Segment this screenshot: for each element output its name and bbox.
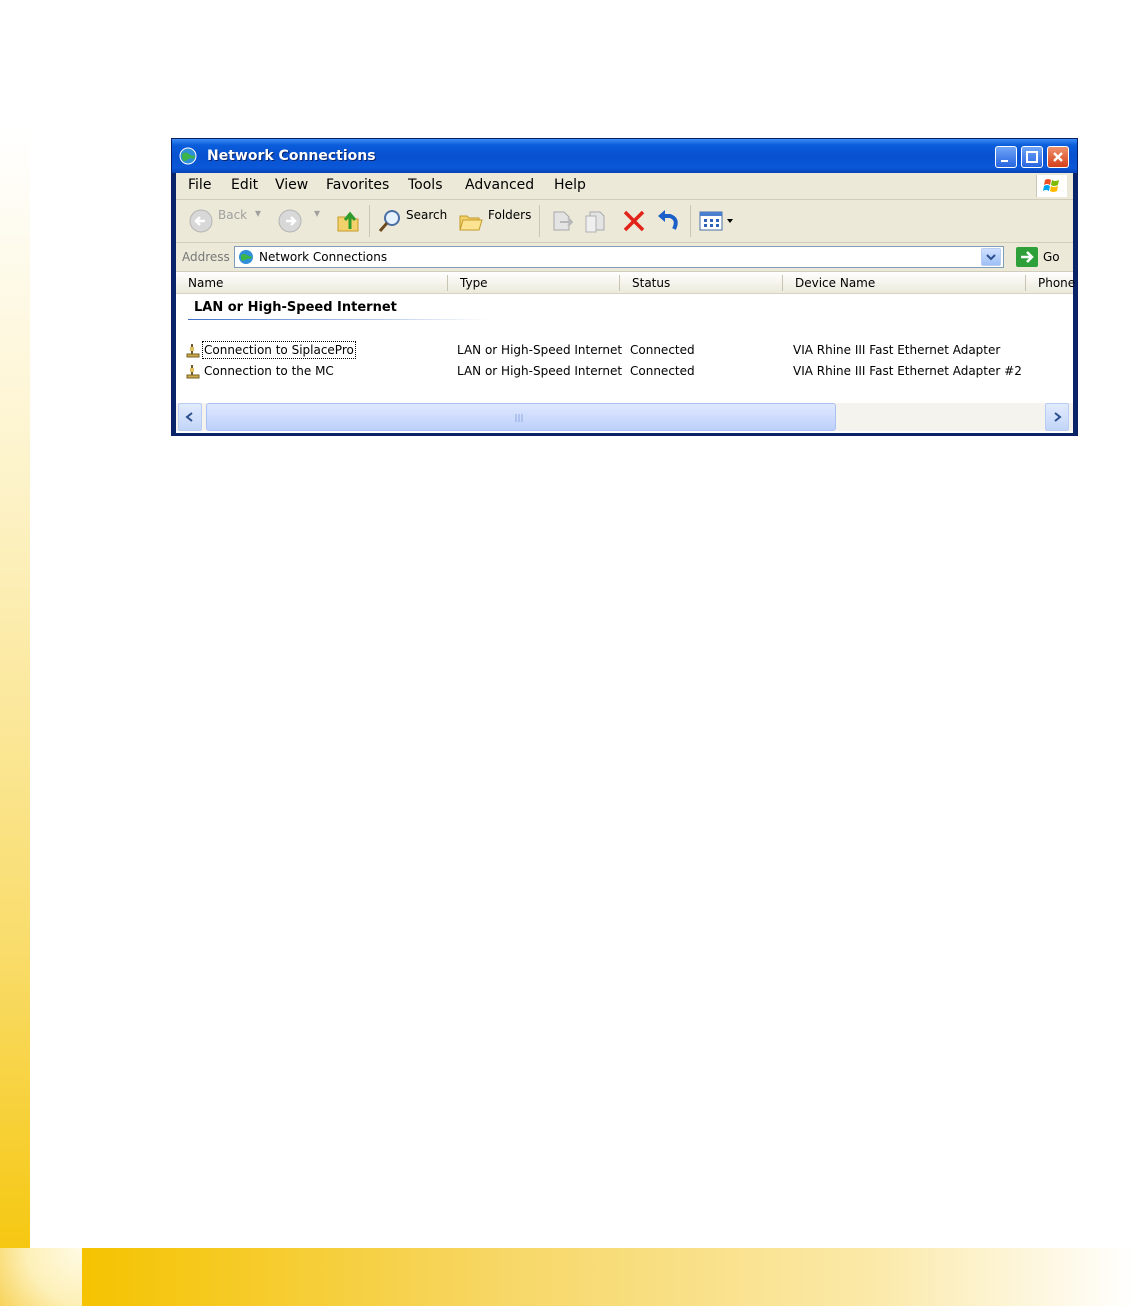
table-row[interactable]: Connection to the MC LAN or High-Speed I… <box>176 362 1073 382</box>
chevron-left-icon <box>185 412 193 422</box>
chevron-down-icon <box>986 254 996 261</box>
grip-icon <box>515 414 523 422</box>
toolbar-separator <box>369 205 370 237</box>
menu-edit[interactable]: Edit <box>231 177 258 193</box>
maximize-icon <box>1026 151 1038 163</box>
column-header-type[interactable]: Type <box>448 272 620 294</box>
go-arrow-icon <box>1021 251 1034 263</box>
group-divider <box>188 319 488 320</box>
views-icon[interactable] <box>698 207 740 235</box>
go-label[interactable]: Go <box>1043 250 1060 264</box>
forward-dropdown-icon[interactable]: ▾ <box>314 206 320 220</box>
network-connections-window: Network Connections File Edit View Favor… <box>171 138 1078 436</box>
folders-button-label[interactable]: Folders <box>488 208 531 222</box>
address-value: Network Connections <box>259 250 388 264</box>
column-header-status[interactable]: Status <box>620 272 783 294</box>
toolbar-separator <box>690 205 691 237</box>
scrollbar-thumb[interactable] <box>206 403 836 431</box>
standard-toolbar: Back ▾ ▾ Search Folders <box>176 200 1073 243</box>
menu-tools[interactable]: Tools <box>408 177 443 193</box>
menu-help[interactable]: Help <box>554 177 586 193</box>
connection-name[interactable]: Connection to the MC <box>204 364 334 378</box>
back-arrow-icon[interactable] <box>188 207 214 235</box>
minimize-icon <box>1001 160 1008 162</box>
maximize-button[interactable] <box>1021 146 1043 168</box>
toolbar-separator <box>539 205 540 237</box>
close-icon <box>1053 152 1063 162</box>
chevron-right-icon <box>1054 412 1062 422</box>
scroll-right-button[interactable] <box>1045 403 1069 431</box>
connection-status: Connected <box>630 343 695 357</box>
menu-view[interactable]: View <box>275 177 308 193</box>
column-device-label: Device Name <box>795 276 876 290</box>
move-to-icon[interactable] <box>548 207 576 235</box>
column-type-label: Type <box>460 276 488 290</box>
column-header-phone[interactable]: Phone <box>1026 272 1076 294</box>
lan-connection-icon <box>186 365 200 379</box>
menu-advanced[interactable]: Advanced <box>465 177 534 193</box>
menu-favorites[interactable]: Favorites <box>326 177 389 193</box>
column-header-device-name[interactable]: Device Name <box>783 272 1026 294</box>
close-button[interactable] <box>1047 146 1069 168</box>
lan-connection-icon <box>186 344 200 358</box>
delete-icon[interactable] <box>620 207 648 235</box>
go-button[interactable] <box>1016 247 1038 267</box>
undo-icon[interactable] <box>654 207 682 235</box>
page-corner-decoration <box>0 1248 82 1306</box>
connection-type: LAN or High-Speed Internet <box>457 364 623 378</box>
connection-type: LAN or High-Speed Internet <box>457 343 623 357</box>
address-dropdown-button[interactable] <box>981 248 1001 266</box>
menu-file[interactable]: File <box>188 177 211 193</box>
column-phone-label: Phone <box>1038 276 1076 290</box>
network-globe-icon <box>179 147 197 165</box>
back-button-label[interactable]: Back <box>218 208 247 222</box>
address-input[interactable]: Network Connections <box>234 246 1004 268</box>
copy-to-icon[interactable] <box>582 207 610 235</box>
network-globe-icon <box>239 250 253 264</box>
window-title: Network Connections <box>207 148 376 164</box>
address-label: Address <box>182 250 230 264</box>
search-icon[interactable] <box>376 207 404 235</box>
title-bar[interactable]: Network Connections <box>172 139 1077 173</box>
connection-status: Connected <box>630 364 695 378</box>
horizontal-scrollbar[interactable] <box>176 403 1073 433</box>
windows-logo-icon <box>1036 175 1067 197</box>
connection-device: VIA Rhine III Fast Ethernet Adapter <box>793 343 1001 357</box>
menu-bar: File Edit View Favorites Tools Advanced … <box>176 173 1073 200</box>
minimize-button[interactable] <box>995 146 1017 168</box>
up-folder-icon[interactable] <box>334 207 362 235</box>
group-title: LAN or High-Speed Internet <box>194 300 397 315</box>
scroll-left-button[interactable] <box>178 403 202 431</box>
window-client-area: File Edit View Favorites Tools Advanced … <box>176 173 1076 433</box>
page-left-decoration <box>0 128 30 1306</box>
back-dropdown-icon[interactable]: ▾ <box>255 206 261 220</box>
connection-name[interactable]: Connection to SiplacePro <box>202 341 356 359</box>
column-name-label: Name <box>188 276 224 290</box>
table-row[interactable]: Connection to SiplacePro LAN or High-Spe… <box>176 341 1073 361</box>
search-button-label[interactable]: Search <box>406 208 447 222</box>
column-status-label: Status <box>632 276 671 290</box>
folders-icon[interactable] <box>457 207 485 235</box>
address-bar: Address Network Connections Go <box>176 243 1073 272</box>
connection-device: VIA Rhine III Fast Ethernet Adapter #2 <box>793 364 1022 378</box>
column-header-name[interactable]: Name <box>176 272 448 294</box>
page-bottom-decoration <box>82 1248 1135 1306</box>
forward-arrow-icon[interactable] <box>277 207 303 235</box>
